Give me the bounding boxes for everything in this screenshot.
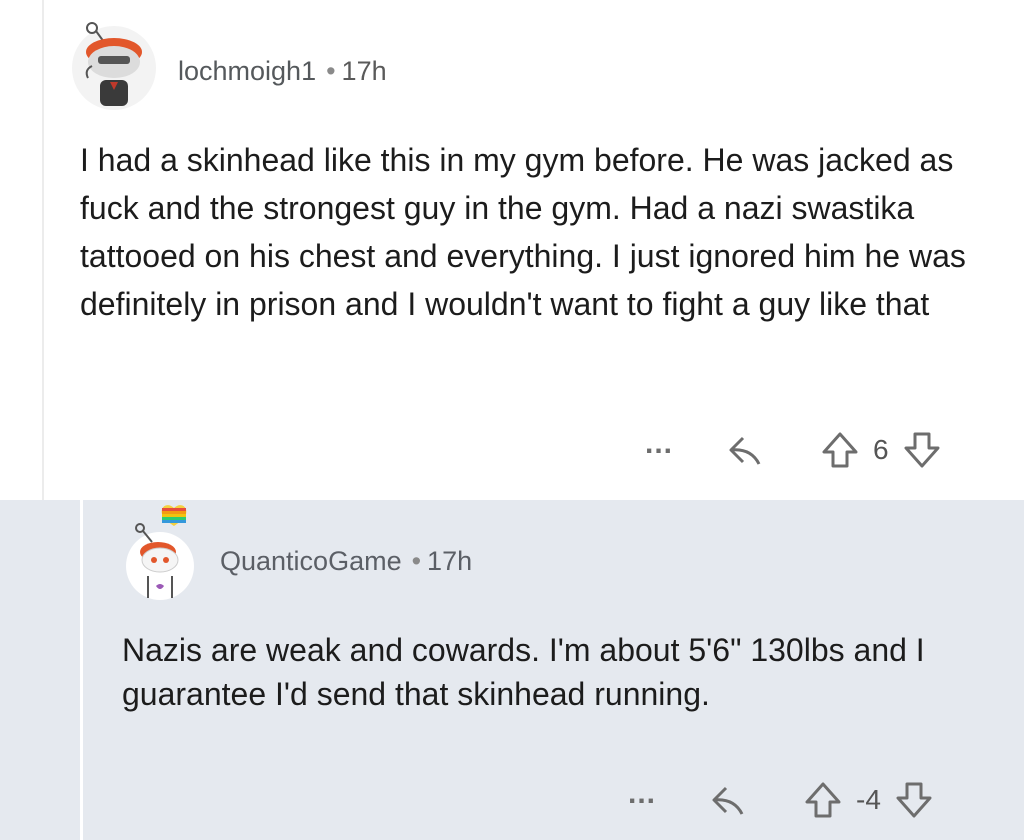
reply-icon[interactable] (708, 780, 752, 820)
avatar[interactable] (70, 18, 158, 110)
upvote-arrow-icon[interactable] (819, 430, 861, 470)
comment-1-meta: lochmoigh1 • 17h (178, 56, 387, 87)
more-options-button[interactable]: ... (645, 427, 695, 461)
comment-2-meta: QuanticoGame • 17h (220, 546, 472, 577)
comment-age: 17h (427, 546, 473, 576)
meta-separator: • (411, 546, 422, 576)
snoo-avatar-icon (72, 22, 156, 110)
reply-thread-line[interactable] (80, 500, 83, 840)
rainbow-heart-icon (161, 505, 187, 526)
comment-body: I had a skinhead like this in my gym bef… (80, 142, 966, 322)
avatar[interactable] (122, 502, 198, 604)
reply-icon[interactable] (725, 430, 769, 470)
downvote-arrow-icon[interactable] (901, 430, 943, 470)
comment-1-actions: ... 6 (645, 427, 943, 470)
vote-score: -4 (856, 784, 881, 815)
upvote-arrow-icon[interactable] (802, 780, 844, 820)
username[interactable]: QuanticoGame (220, 546, 402, 576)
snoo-avatar-icon (126, 505, 194, 600)
comment-2-actions: ... -4 (628, 777, 935, 820)
comment-body: Nazis are weak and cowards. I'm about 5'… (122, 632, 925, 712)
thread-line[interactable] (42, 0, 44, 500)
meta-separator: • (326, 56, 336, 86)
downvote-arrow-icon[interactable] (893, 780, 935, 820)
comment-age: 17h (341, 56, 387, 86)
vote-score: 6 (873, 434, 889, 465)
username[interactable]: lochmoigh1 (178, 56, 316, 86)
more-options-button[interactable]: ... (628, 777, 678, 811)
